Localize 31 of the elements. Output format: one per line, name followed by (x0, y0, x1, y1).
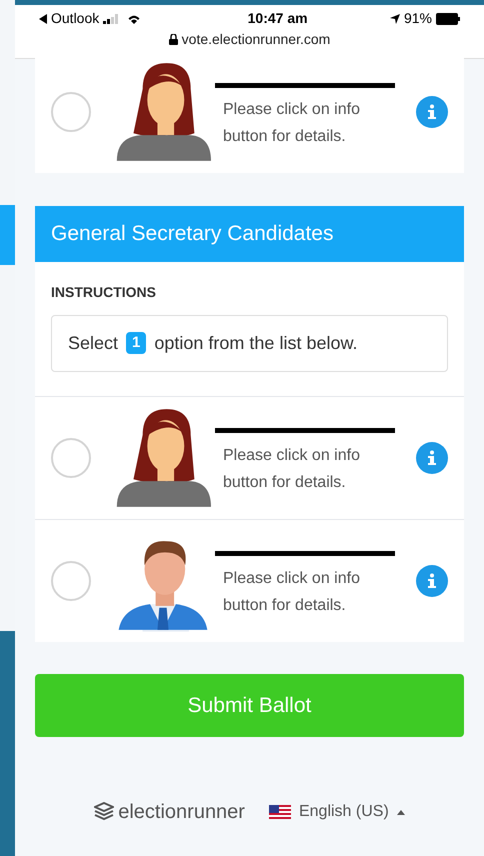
radio-button[interactable] (51, 438, 91, 478)
info-icon[interactable] (416, 96, 448, 128)
wifi-icon (127, 13, 142, 24)
battery-icon (436, 12, 460, 24)
back-app-label[interactable]: Outlook (51, 8, 100, 29)
count-badge: 1 (126, 332, 146, 354)
female-avatar-icon (115, 406, 211, 508)
caret-icon (396, 810, 405, 814)
stack-logo-icon (94, 802, 114, 822)
female-avatar-icon (115, 61, 211, 163)
location-arrow-icon (390, 14, 400, 24)
instructions-heading: INSTRUCTIONS (50, 282, 157, 302)
radio-button[interactable] (51, 560, 91, 600)
candidate-description: Please click on info button for details. (223, 446, 361, 492)
url-text: vote.electionrunner.com (182, 30, 330, 49)
flag-icon (268, 805, 291, 819)
candidate-description: Please click on info button for details. (223, 568, 361, 616)
brand-logo-text: electionrunner (118, 800, 245, 825)
back-arrow-icon (39, 14, 47, 24)
instruction-text: option from the list below. (154, 332, 358, 355)
info-icon[interactable] (416, 564, 448, 596)
language-selector[interactable]: English (US) (268, 800, 405, 824)
radio-button[interactable] (51, 92, 91, 132)
section-header: General Secretary Candidates (35, 206, 464, 262)
candidate-description: Please click on info button for details. (223, 100, 361, 147)
instruction-text: Select (68, 332, 118, 354)
signal-icon (103, 14, 120, 24)
info-icon[interactable] (416, 442, 448, 474)
lock-icon (168, 34, 178, 45)
battery-percent: 91% (404, 9, 432, 28)
clock: 10:47 am (246, 9, 308, 28)
